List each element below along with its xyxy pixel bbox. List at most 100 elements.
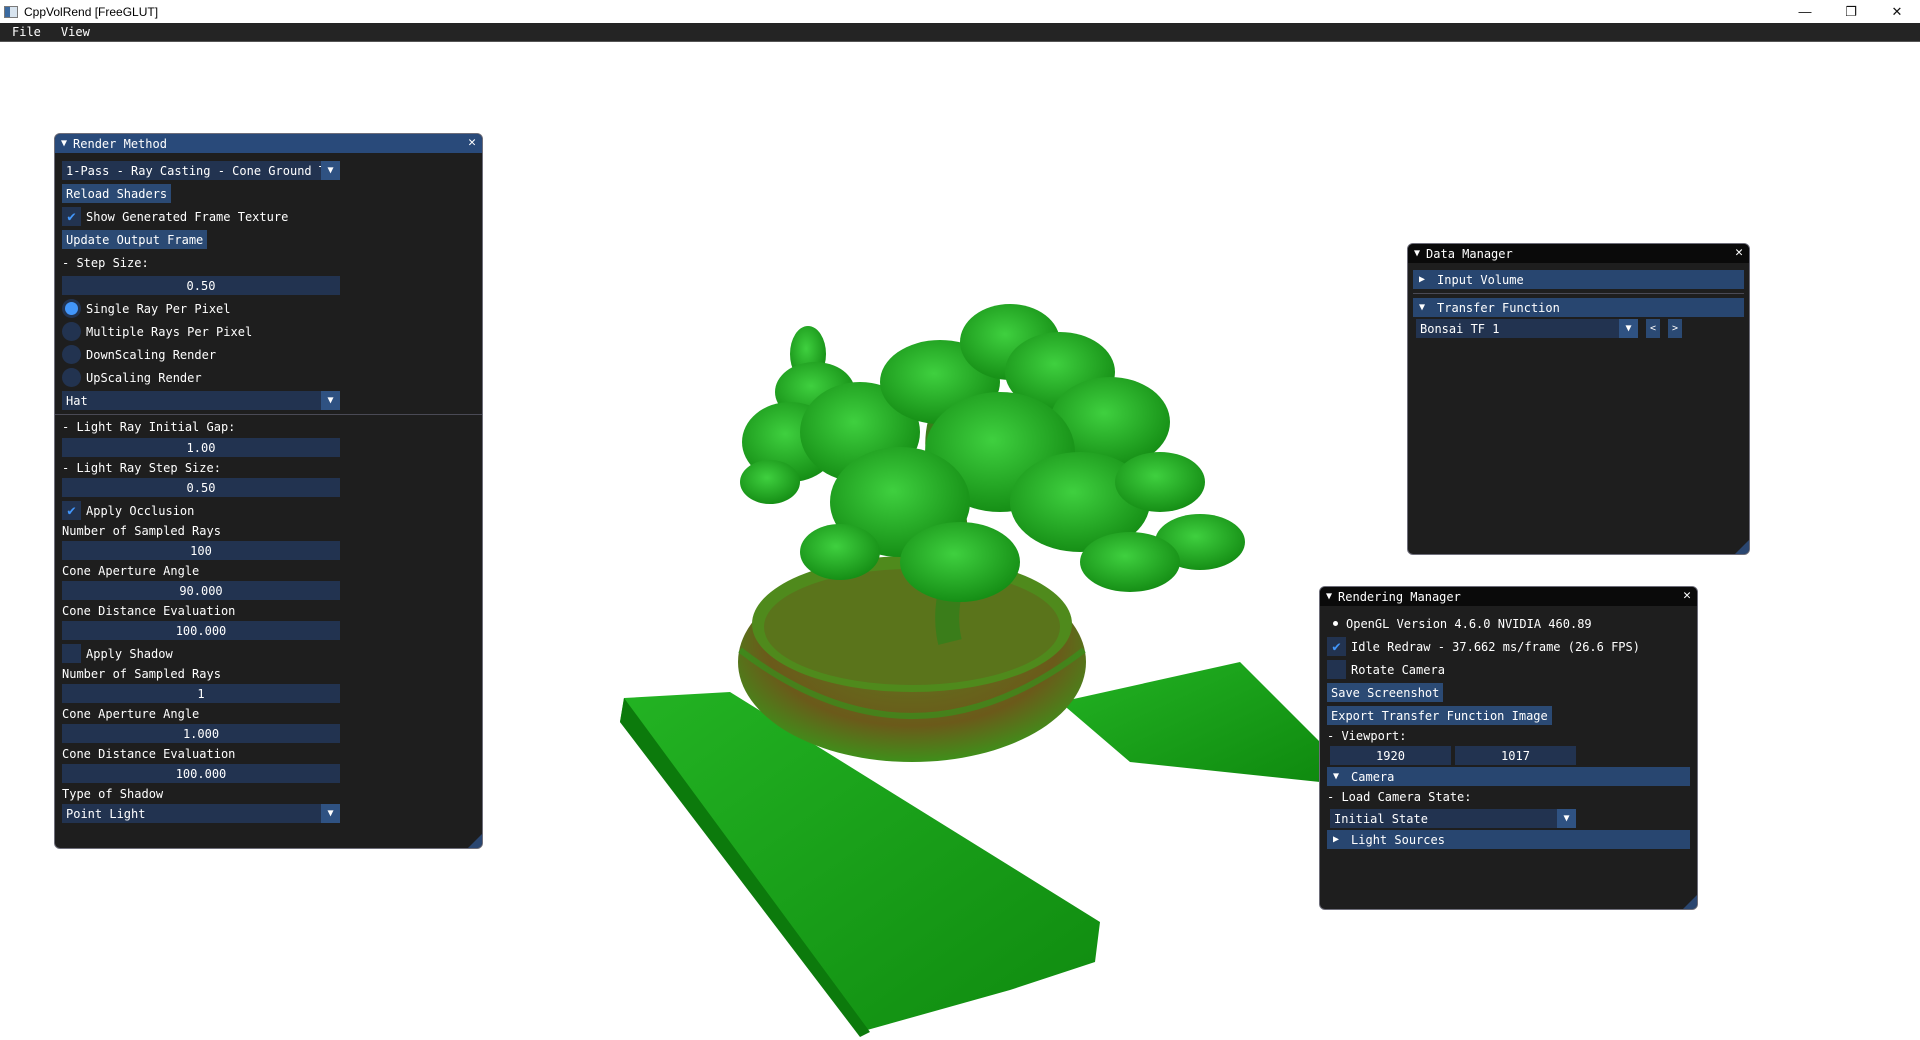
reload-shaders-button[interactable]: Reload Shaders bbox=[62, 184, 172, 203]
shadow-angle-slider[interactable]: 1.000 bbox=[62, 724, 340, 743]
save-screenshot-button[interactable]: Save Screenshot bbox=[1327, 683, 1444, 702]
idle-redraw-label: Idle Redraw - 37.662 ms/frame (26.6 FPS) bbox=[1351, 639, 1640, 654]
shadow-distance-label: Cone Distance Evaluation bbox=[62, 746, 236, 761]
apply-shadow-checkbox[interactable] bbox=[62, 644, 81, 663]
render-method-titlebar[interactable]: ▼ Render Method ✕ bbox=[55, 134, 482, 153]
radio-multiple-rays[interactable] bbox=[62, 322, 81, 341]
input-volume-header[interactable]: ▶ Input Volume bbox=[1413, 270, 1744, 289]
rotate-camera-label: Rotate Camera bbox=[1351, 662, 1445, 677]
close-window-button[interactable]: ✕ bbox=[1874, 0, 1920, 23]
apply-shadow-label: Apply Shadow bbox=[86, 646, 173, 661]
render-method-combo[interactable]: 1-Pass - Ray Casting - Cone Ground Tr ▼ bbox=[62, 161, 340, 180]
chevron-down-icon: ▼ bbox=[1419, 302, 1426, 313]
restore-button[interactable]: ❐ bbox=[1828, 0, 1874, 23]
window-titlebar: CppVolRend [FreeGLUT] — ❐ ✕ bbox=[0, 0, 1920, 23]
data-manager-title: Data Manager bbox=[1426, 246, 1513, 261]
filter-combo[interactable]: Hat ▼ bbox=[62, 391, 340, 410]
occlusion-distance-label: Cone Distance Evaluation bbox=[62, 603, 236, 618]
resize-grip[interactable] bbox=[1735, 540, 1749, 554]
close-icon[interactable]: ✕ bbox=[1735, 245, 1743, 260]
data-manager-window[interactable]: ▼ Data Manager ✕ ▶ Input Volume ▼ Transf… bbox=[1407, 243, 1750, 555]
menu-file[interactable]: File bbox=[0, 25, 49, 39]
light-sources-header[interactable]: ▶ Light Sources bbox=[1327, 830, 1690, 849]
shadow-type-combo-value: Point Light bbox=[66, 806, 146, 821]
radio-downscaling-label: DownScaling Render bbox=[86, 347, 217, 362]
viewport-label: - Viewport: bbox=[1327, 728, 1407, 743]
apply-occlusion-label: Apply Occlusion bbox=[86, 503, 195, 518]
idle-redraw-checkbox[interactable]: ✔ bbox=[1327, 637, 1346, 656]
tf-combo[interactable]: Bonsai TF 1 ▼ bbox=[1416, 319, 1638, 338]
chevron-right-icon: ▶ bbox=[1419, 274, 1426, 285]
chevron-down-icon[interactable]: ▼ bbox=[321, 391, 340, 410]
minimize-button[interactable]: — bbox=[1782, 0, 1828, 23]
occlusion-distance-slider[interactable]: 100.000 bbox=[62, 621, 340, 640]
radio-upscaling-label: UpScaling Render bbox=[86, 370, 202, 385]
chevron-right-icon: ▶ bbox=[1333, 834, 1340, 845]
rendering-manager-titlebar[interactable]: ▼ Rendering Manager ✕ bbox=[1320, 587, 1697, 606]
filter-combo-value: Hat bbox=[66, 393, 88, 408]
step-size-slider[interactable]: 0.50 bbox=[62, 276, 340, 295]
shadow-type-combo[interactable]: Point Light ▼ bbox=[62, 804, 340, 823]
update-output-frame-button[interactable]: Update Output Frame bbox=[62, 230, 208, 249]
apply-occlusion-checkbox[interactable]: ✔ bbox=[62, 501, 81, 520]
chevron-down-icon: ▼ bbox=[1333, 771, 1340, 782]
rendering-manager-title: Rendering Manager bbox=[1338, 589, 1461, 604]
collapse-icon[interactable]: ▼ bbox=[1414, 248, 1420, 259]
light-gap-slider[interactable]: 1.00 bbox=[62, 438, 340, 457]
render-method-combo-value: 1-Pass - Ray Casting - Cone Ground Tr bbox=[66, 163, 321, 178]
close-icon[interactable]: ✕ bbox=[1683, 588, 1691, 603]
camera-header-label: Camera bbox=[1351, 769, 1395, 784]
radio-single-ray[interactable] bbox=[62, 299, 81, 318]
camera-state-combo[interactable]: Initial State ▼ bbox=[1330, 809, 1576, 828]
radio-upscaling[interactable] bbox=[62, 368, 81, 387]
radio-multiple-rays-label: Multiple Rays Per Pixel bbox=[86, 324, 253, 339]
shadow-distance-slider[interactable]: 100.000 bbox=[62, 764, 340, 783]
light-step-slider[interactable]: 0.50 bbox=[62, 478, 340, 497]
occlusion-rays-slider[interactable]: 100 bbox=[62, 541, 340, 560]
render-method-title: Render Method bbox=[73, 136, 167, 151]
separator bbox=[1413, 293, 1744, 294]
viewport-width-input[interactable]: 1920 bbox=[1330, 746, 1451, 765]
rendering-manager-window[interactable]: ▼ Rendering Manager ✕ OpenGL Version 4.6… bbox=[1319, 586, 1698, 910]
transfer-function-label: Transfer Function bbox=[1437, 300, 1560, 315]
bullet-icon bbox=[1333, 621, 1338, 626]
occlusion-angle-slider[interactable]: 90.000 bbox=[62, 581, 340, 600]
collapse-icon[interactable]: ▼ bbox=[61, 138, 67, 149]
export-tf-image-button[interactable]: Export Transfer Function Image bbox=[1327, 706, 1552, 725]
collapse-icon[interactable]: ▼ bbox=[1326, 591, 1332, 602]
chevron-down-icon[interactable]: ▼ bbox=[1619, 319, 1638, 338]
render-method-window[interactable]: ▼ Render Method ✕ 1-Pass - Ray Casting -… bbox=[54, 133, 483, 849]
radio-downscaling[interactable] bbox=[62, 345, 81, 364]
menu-view[interactable]: View bbox=[49, 25, 98, 39]
transfer-function-header[interactable]: ▼ Transfer Function bbox=[1413, 298, 1744, 317]
bonsai-pot bbox=[738, 556, 1086, 762]
radio-selected-icon bbox=[65, 302, 78, 315]
close-icon[interactable]: ✕ bbox=[468, 135, 476, 150]
tf-next-button[interactable]: > bbox=[1668, 319, 1683, 338]
shadow-angle-label: Cone Aperture Angle bbox=[62, 706, 200, 721]
data-manager-titlebar[interactable]: ▼ Data Manager ✕ bbox=[1408, 244, 1749, 263]
resize-grip[interactable] bbox=[468, 834, 482, 848]
rotate-camera-checkbox[interactable] bbox=[1327, 660, 1346, 679]
viewport-height-input[interactable]: 1017 bbox=[1455, 746, 1576, 765]
occlusion-rays-label: Number of Sampled Rays bbox=[62, 523, 221, 538]
camera-header[interactable]: ▼ Camera bbox=[1327, 767, 1690, 786]
camera-state-combo-value: Initial State bbox=[1334, 811, 1428, 826]
shadow-rays-label: Number of Sampled Rays bbox=[62, 666, 221, 681]
show-frame-texture-checkbox[interactable]: ✔ bbox=[62, 207, 81, 226]
main-menubar: File View bbox=[0, 23, 1920, 42]
chevron-down-icon[interactable]: ▼ bbox=[1557, 809, 1576, 828]
light-sources-label: Light Sources bbox=[1351, 832, 1445, 847]
chevron-down-icon[interactable]: ▼ bbox=[321, 804, 340, 823]
light-gap-label: - Light Ray Initial Gap: bbox=[62, 419, 236, 434]
separator bbox=[55, 414, 482, 415]
shadow-rays-slider[interactable]: 1 bbox=[62, 684, 340, 703]
chevron-down-icon[interactable]: ▼ bbox=[321, 161, 340, 180]
light-step-label: - Light Ray Step Size: bbox=[62, 460, 221, 475]
tf-prev-button[interactable]: < bbox=[1646, 319, 1661, 338]
show-frame-texture-label: Show Generated Frame Texture bbox=[86, 209, 289, 224]
app-icon bbox=[4, 5, 18, 18]
window-controls: — ❐ ✕ bbox=[1782, 0, 1920, 23]
resize-grip[interactable] bbox=[1683, 895, 1697, 909]
step-size-label: - Step Size: bbox=[62, 255, 149, 270]
